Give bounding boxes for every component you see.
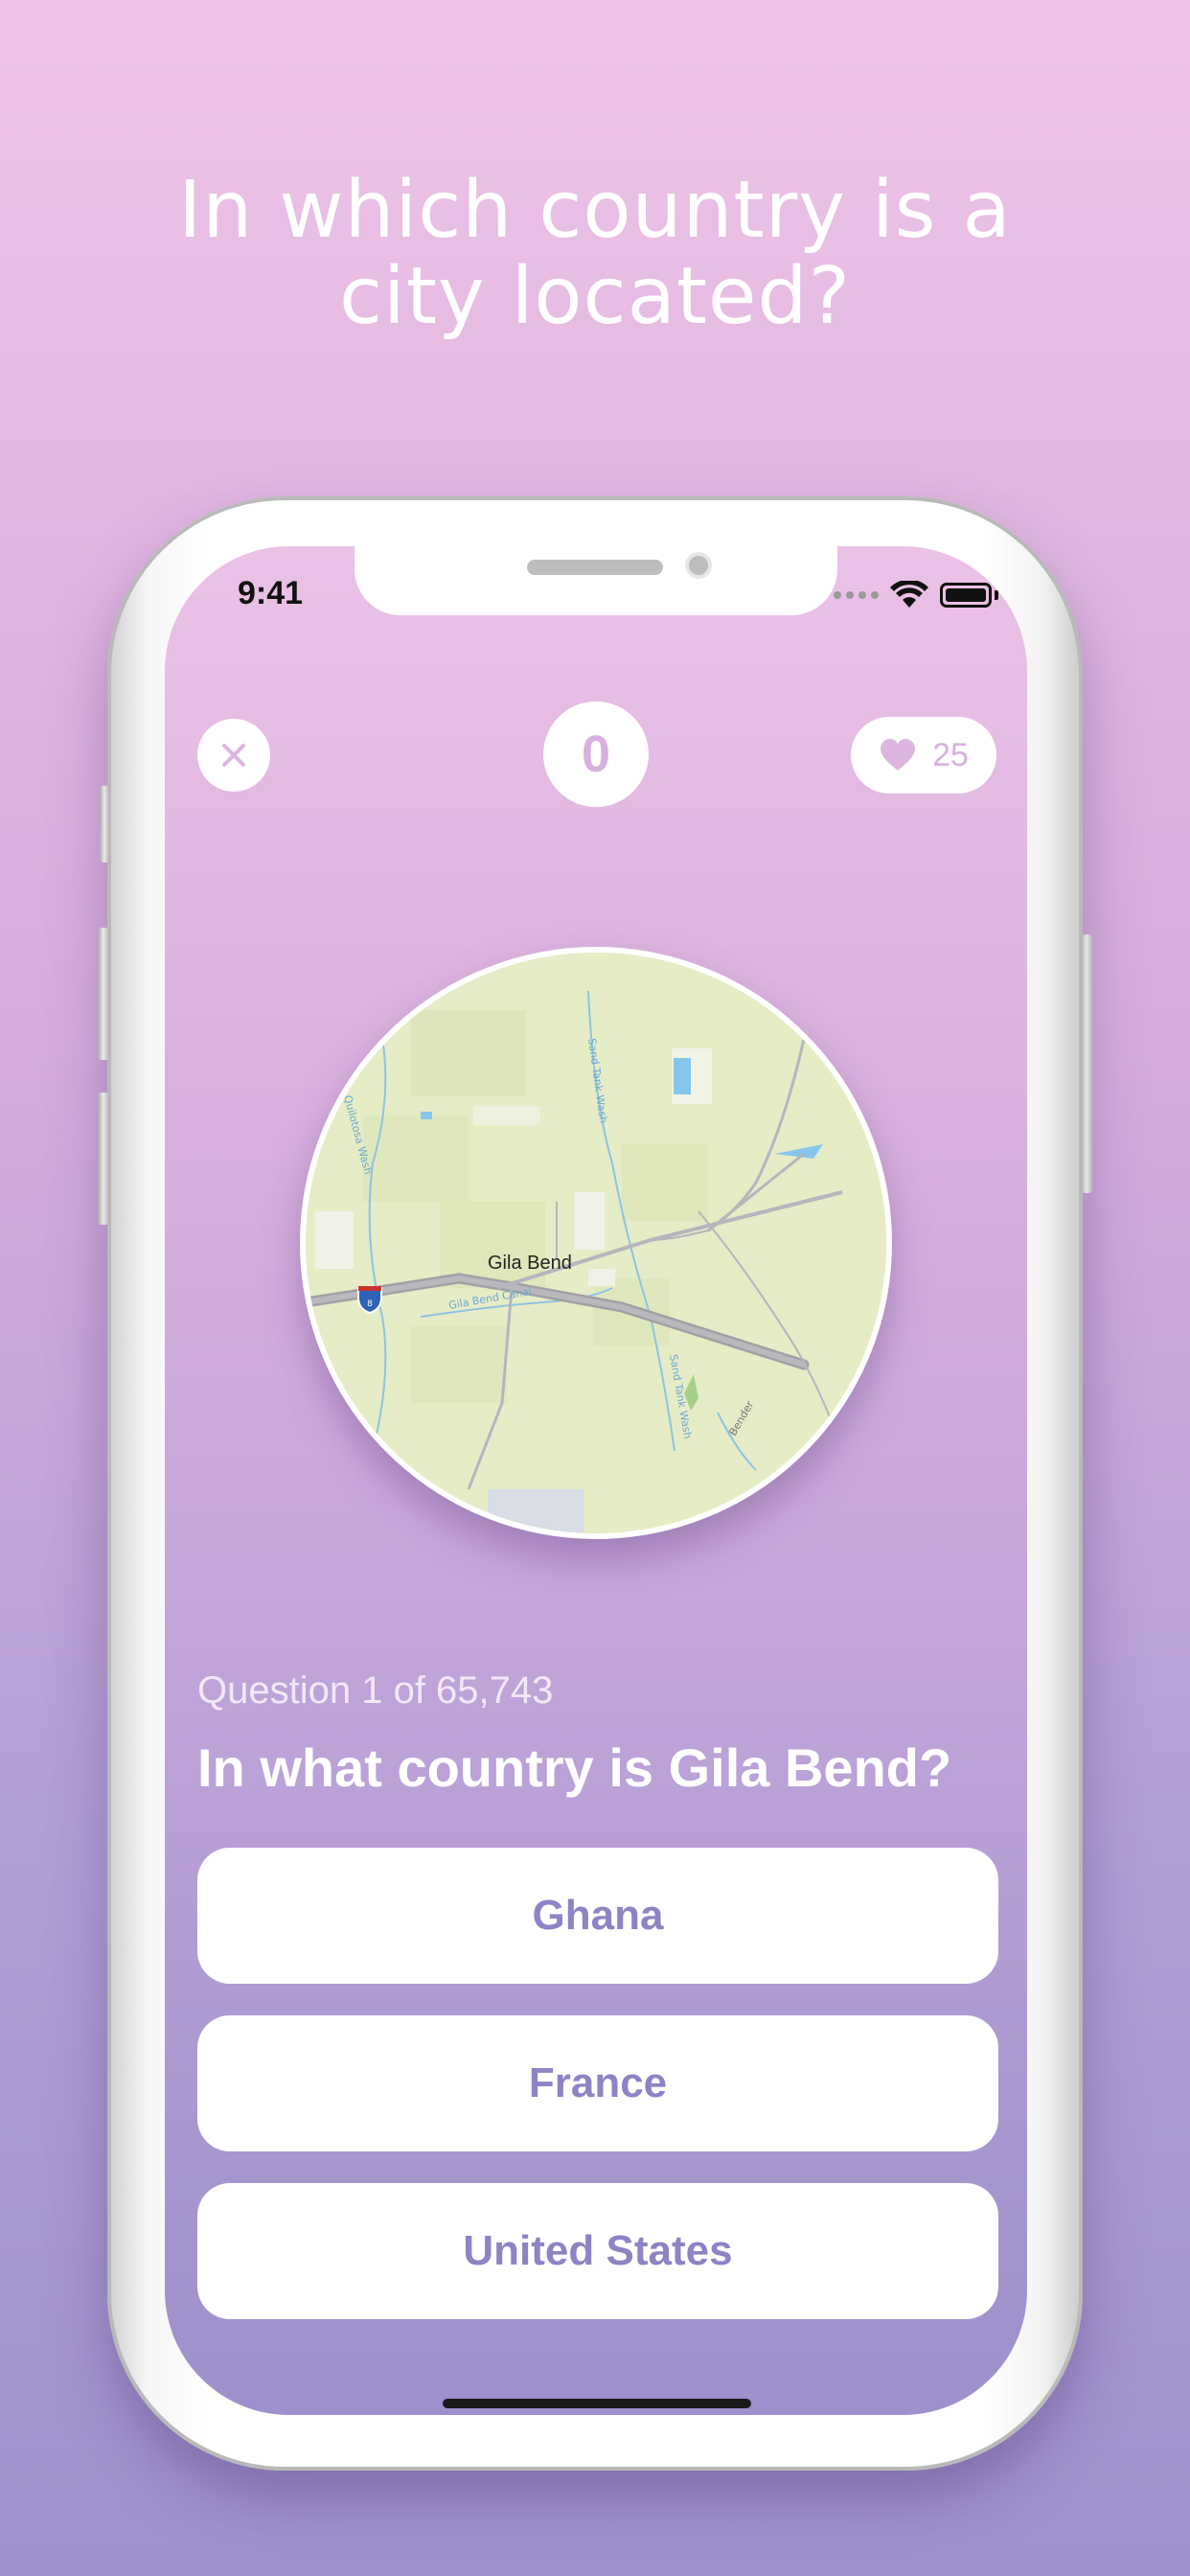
notch xyxy=(355,546,837,615)
map-city-label: Gila Bend xyxy=(488,1253,572,1274)
speaker-grille xyxy=(527,560,663,575)
lives-button[interactable]: 25 xyxy=(851,717,996,794)
promo-headline: In which country is a city located? xyxy=(0,168,1190,340)
interstate-shield-icon: 8 xyxy=(357,1286,382,1315)
city-map[interactable]: Quilotosa Wash Sand Tank Wash Sand Tank … xyxy=(300,947,892,1539)
promo-headline-line-2: city located? xyxy=(338,251,852,342)
map-field xyxy=(363,1116,469,1202)
question-counter: Question 1 of 65,743 xyxy=(197,1669,554,1712)
battery-icon xyxy=(940,583,992,608)
lives-count: 25 xyxy=(932,736,969,773)
answer-button-france[interactable]: France xyxy=(197,2015,998,2151)
volume-down-button xyxy=(98,1092,109,1225)
map-field xyxy=(622,1144,708,1221)
status-time: 9:41 xyxy=(238,575,304,611)
home-indicator[interactable] xyxy=(443,2399,751,2408)
map-field xyxy=(411,1326,507,1403)
promo-headline-line-1: In which country is a xyxy=(178,165,1012,256)
phone-screen: 9:41 0 25 Quilotosa Wash Sand Tank Wash … xyxy=(165,546,1027,2415)
map-building xyxy=(574,1192,605,1250)
map-building xyxy=(473,1106,540,1125)
map-building xyxy=(315,1211,354,1269)
answer-button-united-states[interactable]: United States xyxy=(197,2183,998,2319)
question-text: In what country is Gila Bend? xyxy=(197,1737,952,1798)
answer-button-ghana[interactable]: Ghana xyxy=(197,1848,998,1984)
interstate-shield-number: 8 xyxy=(367,1300,373,1309)
power-button xyxy=(1081,934,1092,1193)
map-field xyxy=(411,1010,526,1096)
wifi-icon xyxy=(890,581,928,608)
close-button[interactable] xyxy=(197,719,270,792)
map-pond xyxy=(421,1112,432,1119)
mute-switch xyxy=(100,786,109,862)
map-pool xyxy=(674,1058,691,1094)
close-icon xyxy=(222,744,245,767)
score-counter: 0 xyxy=(543,702,649,807)
map-area xyxy=(488,1489,584,1533)
battery-tip xyxy=(995,590,998,600)
map-building xyxy=(588,1269,615,1286)
heart-icon xyxy=(881,739,916,770)
map-graphic: Quilotosa Wash Sand Tank Wash Sand Tank … xyxy=(306,953,886,1533)
signal-dots-icon xyxy=(834,591,879,599)
status-icons xyxy=(834,581,998,610)
volume-up-button xyxy=(98,928,109,1060)
front-camera xyxy=(685,552,712,579)
